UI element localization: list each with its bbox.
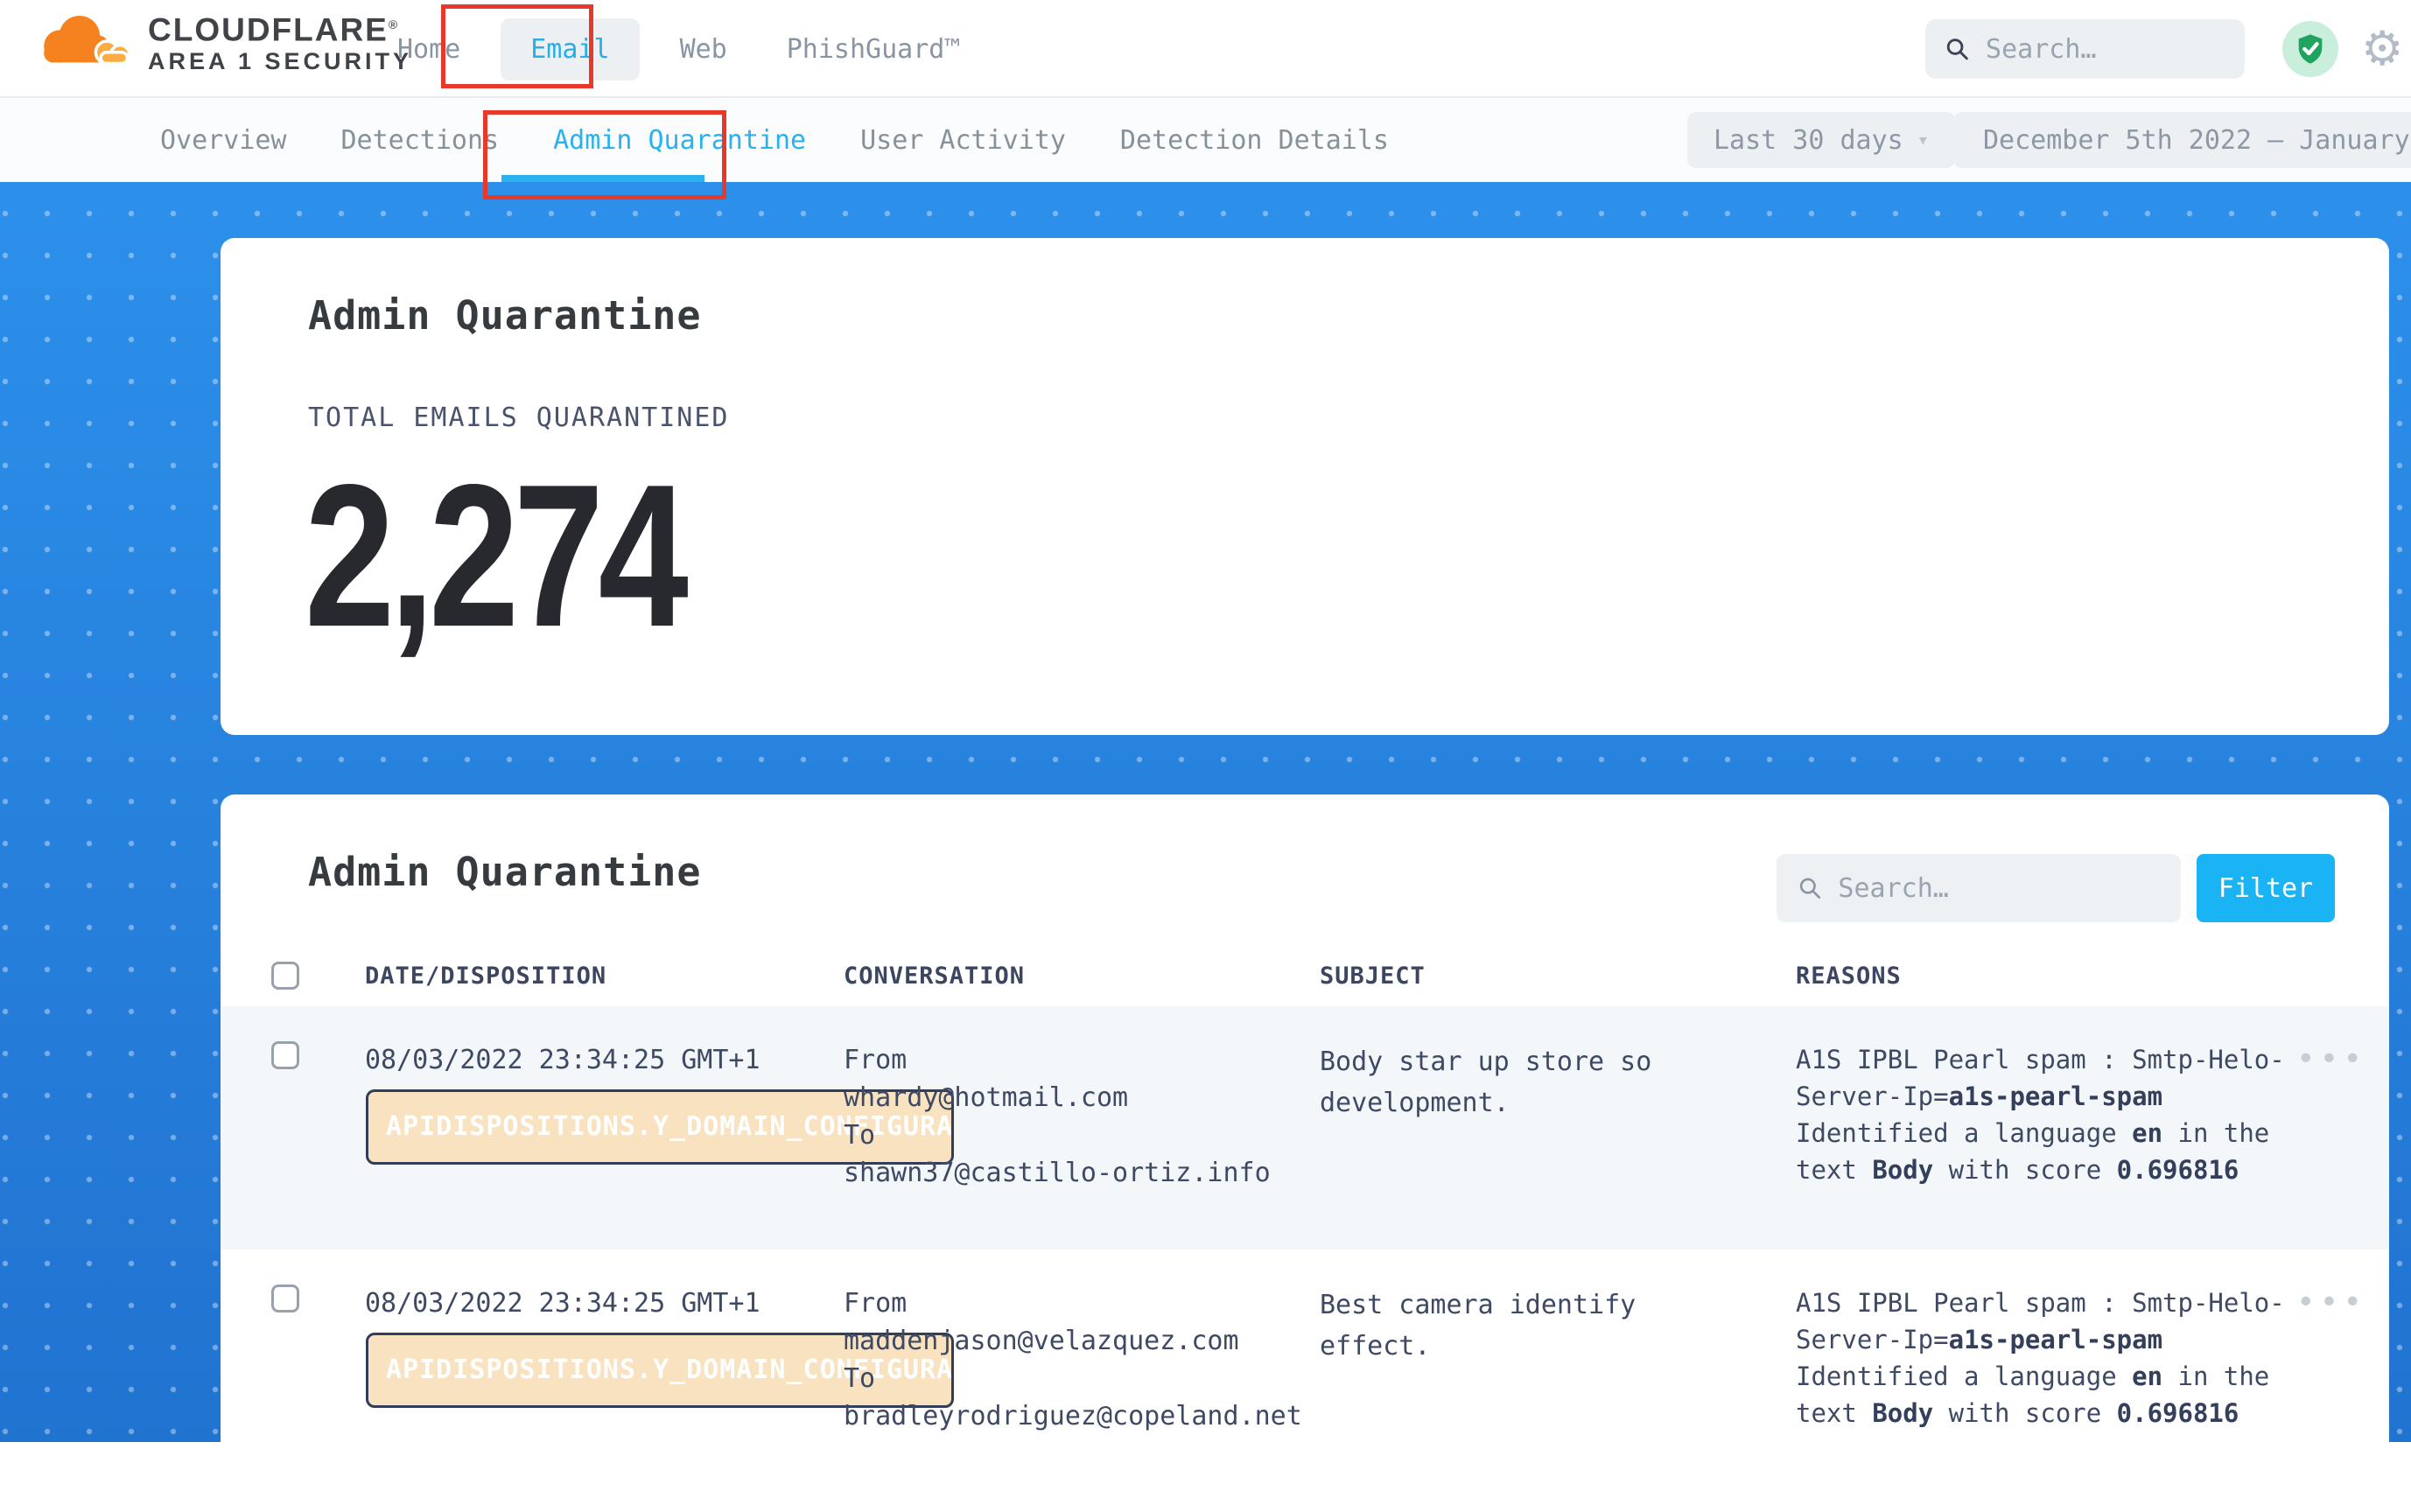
date-range-field[interactable]: December 5th 2022 — January 4th 2023 [1953, 112, 2411, 168]
metric-value: 2,274 [305, 455, 683, 658]
brand-logo[interactable]: CLOUDFLARE® AREA 1 SECURITY [29, 7, 412, 75]
search-icon [1945, 34, 1970, 64]
chevron-down-icon: ▾ [1917, 130, 1929, 151]
table-row: 08/03/2022 23:34:25 GMT+1 APIDISPOSITION… [221, 1006, 2389, 1250]
email-subnav: Overview Detections Admin Quarantine Use… [0, 98, 2411, 182]
tab-detections[interactable]: Detections [341, 125, 500, 156]
table-row: 08/03/2022 23:34:25 GMT+1 APIDISPOSITION… [221, 1250, 2389, 1493]
conversation-cell: From whardy@hotmail.com To shawn37@casti… [844, 1041, 1320, 1209]
nav-item-web[interactable]: Web [680, 34, 727, 65]
settings-gear-icon[interactable]: ⚙ [2361, 18, 2403, 80]
page-background: Admin Quarantine TOTAL EMAILS QUARANTINE… [0, 182, 2411, 1442]
tab-user-activity[interactable]: User Activity [860, 125, 1066, 156]
top-header: CLOUDFLARE® AREA 1 SECURITY Home Email W… [0, 0, 2411, 98]
to-label: To [844, 1116, 1320, 1154]
quarantine-table-card: Admin Quarantine Filter DATE/DISPOSITION… [221, 794, 2389, 1512]
cloudflare-cloud-icon [29, 10, 132, 73]
from-label: From [844, 1041, 1320, 1079]
nav-item-phishguard[interactable]: PhishGuard™ [787, 34, 961, 65]
conversation-cell: From maddenjason@velazquez.com To bradle… [844, 1284, 1320, 1452]
metric-label: TOTAL EMAILS QUARANTINED [308, 402, 729, 433]
from-address[interactable]: whardy@hotmail.com [844, 1079, 1320, 1116]
column-header-date: DATE/DISPOSITION [365, 962, 844, 990]
nav-item-email[interactable]: Email [501, 18, 639, 80]
filter-button[interactable]: Filter [2197, 854, 2335, 922]
table-rows: 08/03/2022 23:34:25 GMT+1 APIDISPOSITION… [221, 1006, 2389, 1493]
subject-cell: Best camera identify effect. [1320, 1284, 1796, 1452]
column-header-subject: SUBJECT [1320, 962, 1796, 990]
row-date: 08/03/2022 23:34:25 GMT+1 [365, 1041, 844, 1080]
row-actions-menu-icon[interactable]: ••• [2296, 1041, 2366, 1077]
security-status-badge[interactable] [2282, 21, 2338, 77]
to-label: To [844, 1360, 1320, 1397]
primary-nav: Home Email Web PhishGuard™ [368, 0, 990, 98]
from-address[interactable]: maddenjason@velazquez.com [844, 1322, 1320, 1360]
table-card-title: Admin Quarantine [308, 849, 701, 895]
column-header-conversation: CONVERSATION [844, 962, 1320, 990]
table-header-row: DATE/DISPOSITION CONVERSATION SUBJECT RE… [221, 945, 2389, 1006]
summary-card-title: Admin Quarantine [308, 292, 701, 339]
reasons-cell: A1S IPBL Pearl spam : Smtp-Helo-Server-I… [1796, 1284, 2293, 1452]
row-checkbox[interactable] [271, 1284, 299, 1312]
date-cell: 08/03/2022 23:34:25 GMT+1 APIDISPOSITION… [365, 1284, 844, 1452]
reasons-cell: A1S IPBL Pearl spam : Smtp-Helo-Server-I… [1796, 1041, 2293, 1209]
tab-detection-details[interactable]: Detection Details [1120, 125, 1389, 156]
tab-admin-quarantine[interactable]: Admin Quarantine [553, 125, 806, 156]
nav-item-home[interactable]: Home [397, 34, 460, 65]
summary-card: Admin Quarantine TOTAL EMAILS QUARANTINE… [221, 238, 2389, 735]
column-header-reasons: REASONS [1796, 962, 2293, 990]
to-address[interactable]: shawn37@castillo-ortiz.info [844, 1154, 1320, 1192]
row-date: 08/03/2022 23:34:25 GMT+1 [365, 1284, 844, 1323]
search-icon [1798, 874, 1822, 902]
active-tab-underline [501, 175, 704, 182]
select-all-checkbox[interactable] [271, 962, 299, 990]
global-search[interactable] [1925, 19, 2245, 79]
shield-check-icon [2293, 32, 2328, 66]
from-label: From [844, 1284, 1320, 1322]
table-search[interactable] [1777, 854, 2181, 922]
row-actions-menu-icon[interactable]: ••• [2296, 1284, 2366, 1320]
tab-overview[interactable]: Overview [160, 125, 287, 156]
subject-cell: Body star up store so development. [1320, 1041, 1796, 1209]
date-range-preset-button[interactable]: Last 30 days ▾ [1687, 112, 1955, 168]
row-checkbox[interactable] [271, 1041, 299, 1069]
global-search-input[interactable] [1986, 34, 2225, 65]
date-cell: 08/03/2022 23:34:25 GMT+1 APIDISPOSITION… [365, 1041, 844, 1209]
table-search-input[interactable] [1838, 873, 2160, 904]
to-address[interactable]: bradleyrodriguez@copeland.net [844, 1397, 1320, 1435]
